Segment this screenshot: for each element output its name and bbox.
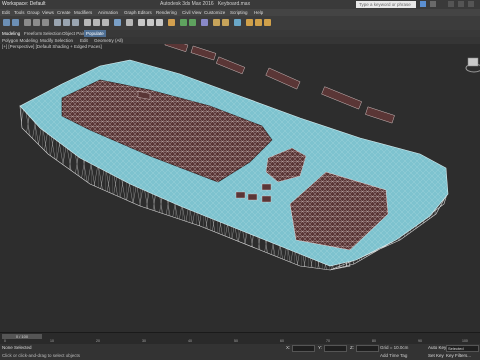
timeline-tick: 0	[4, 339, 6, 343]
menu-help[interactable]: Help	[254, 9, 263, 16]
select-scale-icon[interactable]	[102, 19, 109, 26]
timeline-tick: 60	[280, 339, 284, 343]
render-setup-icon[interactable]	[246, 19, 253, 26]
named-selection-icon[interactable]	[168, 19, 175, 26]
curve-editor-icon[interactable]	[213, 19, 220, 26]
menu-civil-view[interactable]: Civil View	[182, 9, 201, 16]
timeline-tick: 20	[96, 339, 100, 343]
tab-modeling[interactable]: Modeling	[2, 30, 20, 37]
mirror-icon[interactable]	[180, 19, 187, 26]
x-coordinate-field[interactable]	[292, 345, 315, 352]
select-object-icon[interactable]	[54, 19, 61, 26]
timeline-tick: 70	[326, 339, 330, 343]
help-icon[interactable]	[420, 1, 426, 7]
ribbon-panel: Polygon Modeling Modify Selection Edit G…	[0, 37, 480, 44]
ribbon-tabs: Modeling Freeform Selection Object Paint…	[0, 30, 480, 37]
minimize-icon[interactable]	[448, 1, 454, 7]
tab-freeform[interactable]: Freeform	[24, 30, 42, 37]
link-icon[interactable]	[24, 19, 31, 26]
menu-customize[interactable]: Customize	[204, 9, 225, 16]
timeline-tick: 50	[234, 339, 238, 343]
menu-animation[interactable]: Animation	[98, 9, 118, 16]
menu-bar: Edit Tools Group Views Create Modifiers …	[0, 9, 480, 16]
viewport-label[interactable]: [+] [Perspective] [Default Shading + Edg…	[2, 44, 102, 49]
unlink-icon[interactable]	[33, 19, 40, 26]
menu-group[interactable]: Group	[27, 9, 40, 16]
bind-space-warp-icon[interactable]	[42, 19, 49, 26]
selection-status: None Selected	[2, 345, 32, 350]
menu-views[interactable]: Views	[42, 9, 54, 16]
timeline-tick: 10	[50, 339, 54, 343]
ribbon-modify-selection[interactable]: Modify Selection	[40, 37, 73, 44]
z-label: Z:	[350, 345, 354, 350]
tab-object-paint[interactable]: Object Paint	[62, 30, 87, 37]
grid-size: Grid = 10.0cm	[380, 345, 409, 350]
menu-scripting[interactable]: Scripting	[230, 9, 248, 16]
z-coordinate-field[interactable]	[356, 345, 379, 352]
select-by-name-icon[interactable]	[63, 19, 70, 26]
ribbon-edit[interactable]: Edit	[80, 37, 88, 44]
auto-key-selected[interactable]: Selected	[446, 345, 479, 352]
title-bar: Workspace: Default Autodesk 3ds Max 2016…	[0, 0, 480, 9]
schematic-view-icon[interactable]	[222, 19, 229, 26]
close-icon[interactable]	[468, 1, 474, 7]
undo-icon[interactable]	[3, 19, 10, 26]
app-title: Autodesk 3ds Max 2016	[160, 1, 214, 7]
file-name: Keyboard.max	[217, 1, 251, 7]
window-title: Autodesk 3ds Max 2016 Keyboard.max	[160, 0, 250, 9]
x-label: X:	[286, 345, 291, 350]
menu-rendering[interactable]: Rendering	[156, 9, 177, 16]
percent-snap-icon[interactable]	[156, 19, 163, 26]
menu-tools[interactable]: Tools	[14, 9, 25, 16]
menu-edit[interactable]: Edit	[2, 9, 10, 16]
timeline-tick: 90	[418, 339, 422, 343]
workspace-selector[interactable]: Workspace: Default	[2, 0, 46, 9]
timeline-tick: 80	[372, 339, 376, 343]
timeline-tick: 100	[462, 339, 468, 343]
selection-region-icon[interactable]	[72, 19, 79, 26]
signin-icon[interactable]	[430, 1, 436, 7]
auto-key-button[interactable]: Auto Key	[428, 345, 446, 350]
key-filters-button[interactable]: Key Filters...	[446, 353, 471, 358]
view-icon[interactable]	[114, 19, 121, 26]
main-toolbar	[0, 16, 480, 31]
pivot-icon[interactable]	[126, 19, 133, 26]
layer-manager-icon[interactable]	[201, 19, 208, 26]
render-icon[interactable]	[264, 19, 271, 26]
set-key-button[interactable]: Set Key	[428, 353, 444, 358]
snap-toggle-icon[interactable]	[138, 19, 145, 26]
search-input[interactable]: Type a keyword or phrase	[356, 1, 416, 8]
ribbon-geometry[interactable]: Geometry (All)	[94, 37, 123, 44]
perspective-viewport[interactable]: [+] [Perspective] [Default Shading + Edg…	[0, 44, 480, 332]
tab-selection[interactable]: Selection	[43, 30, 62, 37]
material-editor-icon[interactable]	[234, 19, 241, 26]
timeline-tick: 40	[188, 339, 192, 343]
select-move-icon[interactable]	[84, 19, 91, 26]
timeline-tick: 30	[142, 339, 146, 343]
select-rotate-icon[interactable]	[93, 19, 100, 26]
rendered-frame-icon[interactable]	[255, 19, 262, 26]
viewport-canvas	[19, 44, 480, 271]
maximize-icon[interactable]	[458, 1, 464, 7]
menu-create[interactable]: Create	[57, 9, 71, 16]
tab-populate[interactable]: Populate	[84, 30, 106, 37]
redo-icon[interactable]	[12, 19, 19, 26]
ribbon-polygon-modeling[interactable]: Polygon Modeling	[2, 37, 38, 44]
menu-graph-editors[interactable]: Graph Editors	[124, 9, 152, 16]
align-icon[interactable]	[189, 19, 196, 26]
y-coordinate-field[interactable]	[324, 345, 347, 352]
viewcube[interactable]	[465, 57, 480, 73]
status-bar: None Selected Click or click-and-drag to…	[0, 344, 480, 360]
angle-snap-icon[interactable]	[147, 19, 154, 26]
prompt-line: Click or click-and-drag to select object…	[2, 353, 81, 358]
add-time-tag[interactable]: Add Time Tag	[380, 353, 407, 358]
y-label: Y:	[318, 345, 323, 350]
menu-modifiers[interactable]: Modifiers	[74, 9, 92, 16]
